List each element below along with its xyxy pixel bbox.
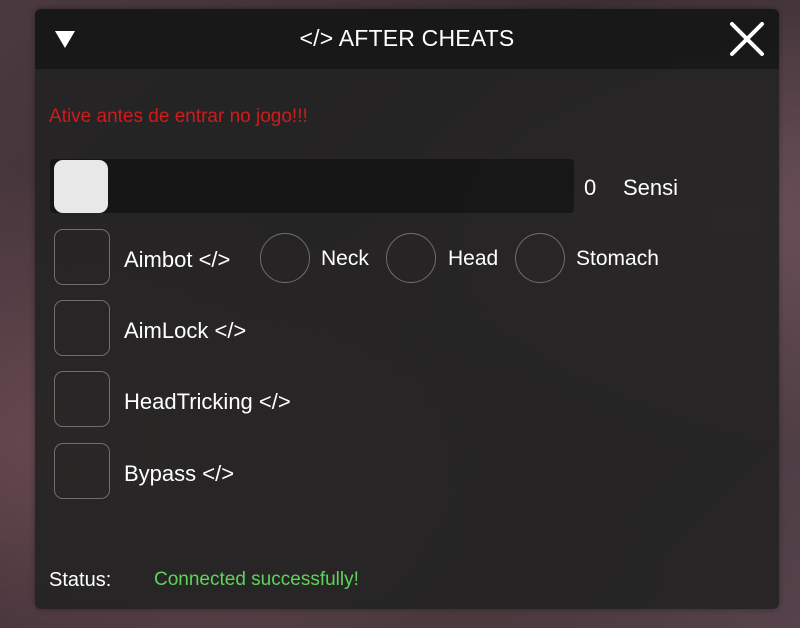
stomach-label: Stomach	[576, 247, 659, 270]
sensi-slider[interactable]	[50, 159, 574, 213]
cheat-menu-panel: </> AFTER CHEATS Ative antes de entrar n…	[35, 9, 779, 609]
neck-radio[interactable]	[260, 233, 310, 283]
panel-title: </> AFTER CHEATS	[299, 25, 515, 51]
headtricking-label: HeadTricking </>	[124, 389, 291, 414]
bypass-checkbox[interactable]	[54, 443, 110, 499]
bypass-label: Bypass </>	[124, 461, 235, 486]
panel-header: </> AFTER CHEATS	[35, 9, 779, 69]
head-radio[interactable]	[386, 233, 436, 283]
aimlock-label: AimLock </>	[124, 318, 247, 343]
aimbot-label: Aimbot </>	[124, 247, 231, 272]
stomach-radio[interactable]	[515, 233, 565, 283]
status-label: Status:	[49, 569, 112, 591]
neck-label: Neck	[321, 247, 369, 270]
headtricking-checkbox[interactable]	[54, 371, 110, 427]
aimlock-checkbox[interactable]	[54, 300, 110, 356]
sensi-label: Sensi	[623, 175, 679, 200]
aimbot-checkbox[interactable]	[54, 229, 110, 285]
warning-message: Ative antes de entrar no jogo!!!	[49, 106, 308, 127]
status-value: Connected successfully!	[154, 569, 359, 590]
sensi-value: 0	[584, 175, 597, 200]
slider-thumb[interactable]	[54, 160, 108, 213]
close-icon[interactable]	[729, 21, 765, 57]
head-label: Head	[448, 247, 499, 270]
